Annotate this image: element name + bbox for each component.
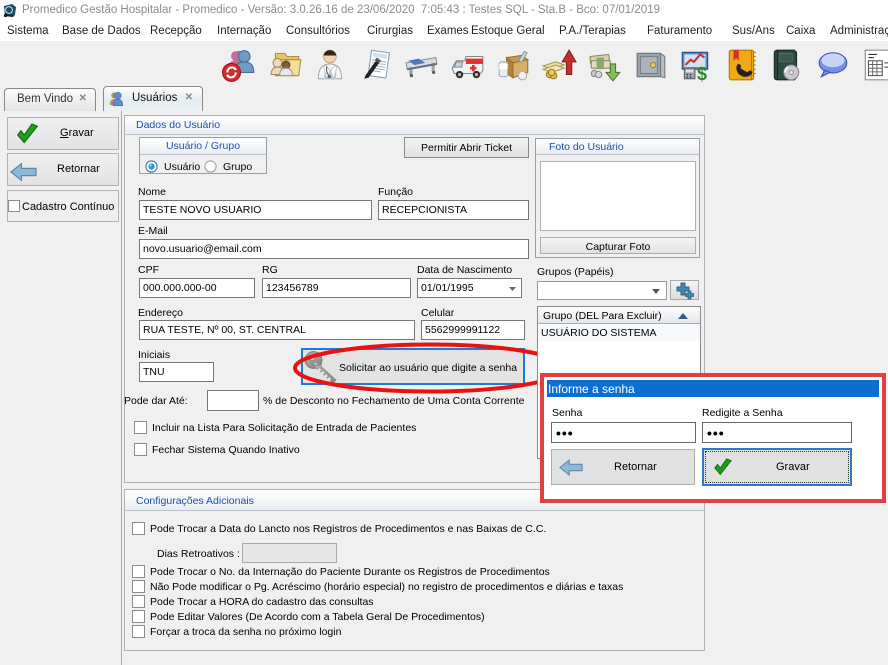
svg-text:$: $ [697, 64, 707, 83]
